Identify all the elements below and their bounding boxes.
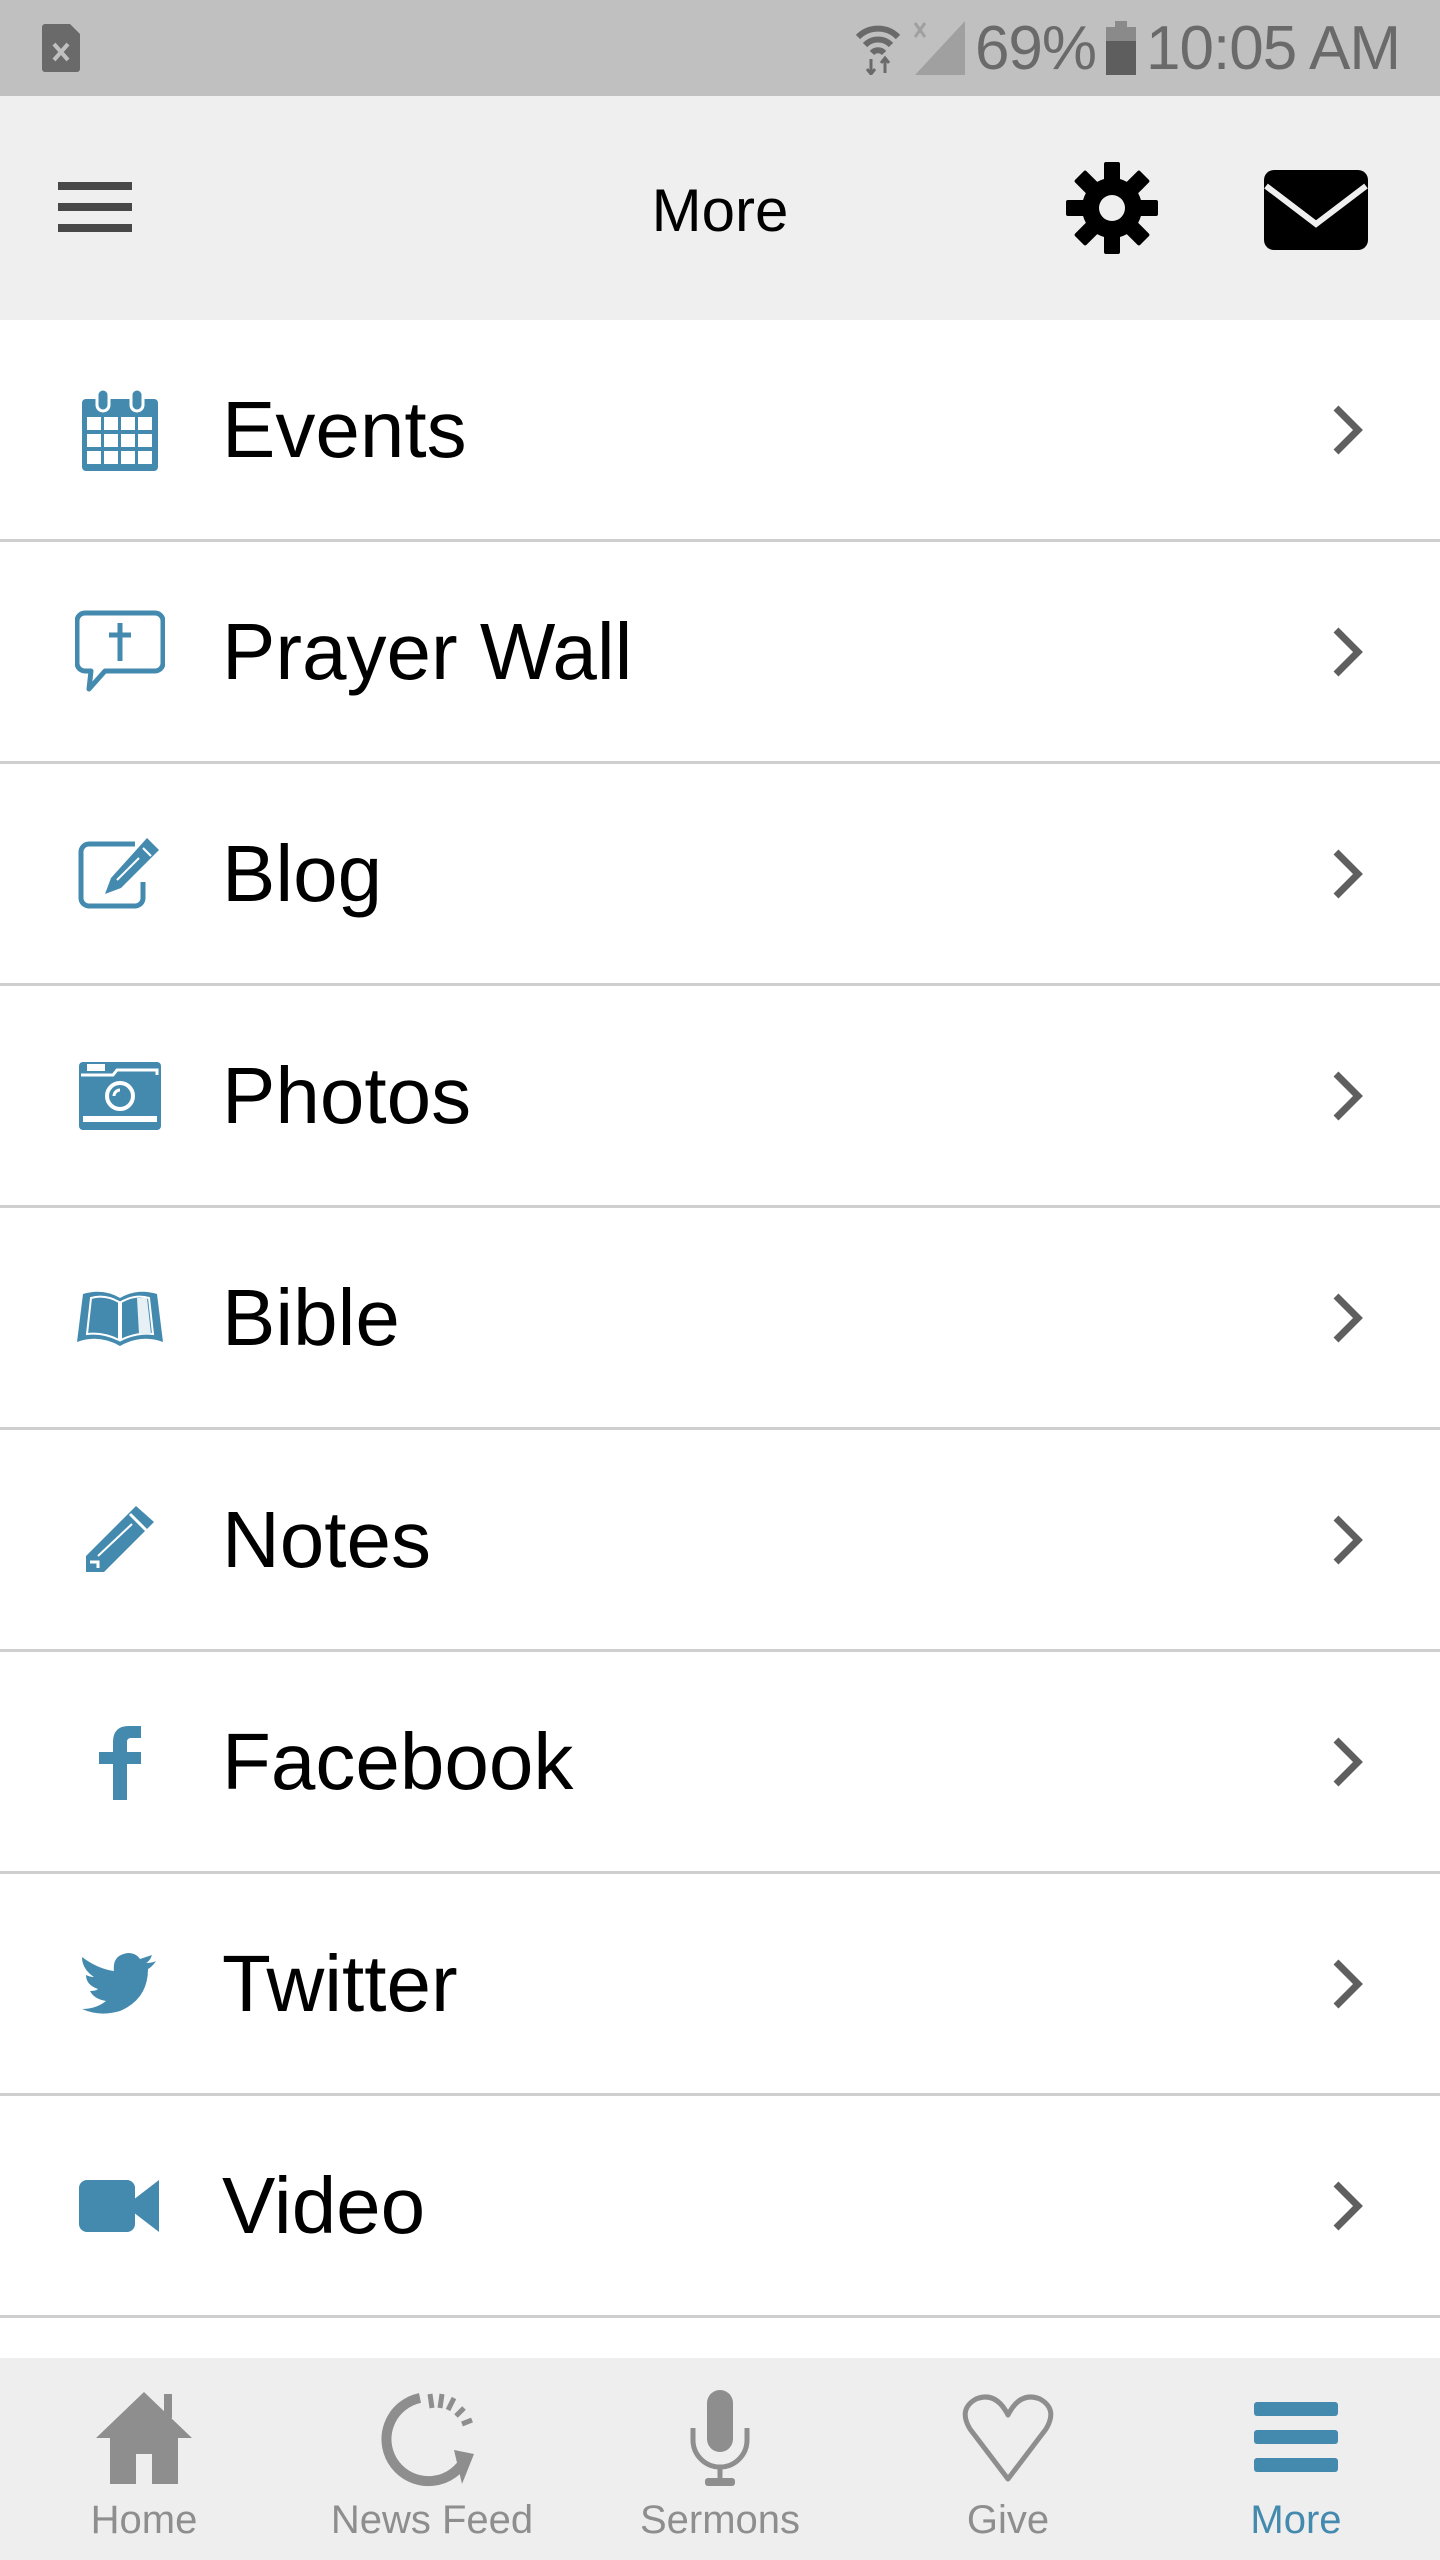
tab-home[interactable]: Home: [0, 2358, 288, 2560]
tab-label: More: [1250, 2498, 1342, 2542]
menu-item-label: Video: [222, 2160, 426, 2250]
menu-item-label: Blog: [222, 828, 383, 918]
open-book-icon: [72, 1270, 168, 1366]
sim-error-icon: [42, 24, 80, 72]
tab-news-feed[interactable]: News Feed: [288, 2358, 576, 2560]
menu-item-blog[interactable]: Blog: [0, 764, 1440, 986]
gear-icon: [1066, 162, 1158, 254]
messages-button[interactable]: [1262, 164, 1370, 254]
wifi-icon: [855, 25, 901, 75]
menu-item-notes[interactable]: Notes: [0, 1430, 1440, 1652]
edit-square-icon: [72, 826, 168, 922]
camera-icon: [72, 1048, 168, 1144]
tab-label: Home: [90, 2498, 198, 2542]
chevron-right-icon: [1333, 1515, 1363, 1564]
video-camera-icon: [72, 2158, 168, 2254]
menu-item-photos[interactable]: Photos: [0, 986, 1440, 1208]
signal-no-service-icon: [913, 21, 965, 75]
twitter-icon: [72, 1936, 168, 2032]
more-menu-list: Events Prayer Wall Blog Photos Bible Not…: [0, 320, 1440, 2318]
home-icon: [89, 2386, 199, 2490]
menu-item-label: Bible: [222, 1272, 400, 1362]
tab-more[interactable]: More: [1152, 2358, 1440, 2560]
menu-item-label: Twitter: [222, 1938, 458, 2028]
menu-item-prayer-wall[interactable]: Prayer Wall: [0, 542, 1440, 764]
battery-percent: 69%: [974, 13, 1097, 83]
chevron-right-icon: [1333, 627, 1363, 676]
hamburger-menu-icon: [1241, 2386, 1351, 2490]
settings-button[interactable]: [1064, 160, 1160, 256]
prayer-bubble-icon: [72, 604, 168, 700]
app-header: More: [0, 96, 1440, 320]
menu-item-label: Facebook: [222, 1716, 574, 1806]
chevron-right-icon: [1333, 1959, 1363, 2008]
refresh-icon: [377, 2386, 487, 2490]
tab-label: News Feed: [330, 2498, 534, 2542]
chevron-right-icon: [1333, 1737, 1363, 1786]
battery-icon: [1106, 21, 1137, 75]
pencil-icon: [72, 1492, 168, 1588]
tab-sermons[interactable]: Sermons: [576, 2358, 864, 2560]
page-title: More: [651, 177, 789, 244]
menu-item-bible[interactable]: Bible: [0, 1208, 1440, 1430]
menu-item-label: Notes: [222, 1494, 431, 1584]
clock: 10:05 AM: [1146, 13, 1401, 83]
menu-item-label: Events: [222, 384, 467, 474]
menu-item-events[interactable]: Events: [0, 320, 1440, 542]
menu-item-twitter[interactable]: Twitter: [0, 1874, 1440, 2096]
status-bar: 69% 10:05 AM: [0, 0, 1440, 96]
heart-icon: [953, 2386, 1063, 2490]
chevron-right-icon: [1333, 1293, 1363, 1342]
microphone-icon: [665, 2386, 775, 2490]
tab-label: Sermons: [639, 2498, 801, 2542]
bottom-tab-bar: Home News Feed Sermons Give More: [0, 2358, 1440, 2560]
tab-give[interactable]: Give: [864, 2358, 1152, 2560]
chevron-right-icon: [1333, 2181, 1363, 2230]
chevron-right-icon: [1333, 849, 1363, 898]
menu-item-facebook[interactable]: Facebook: [0, 1652, 1440, 1874]
tab-label: Give: [966, 2498, 1050, 2542]
calendar-icon: [72, 382, 168, 478]
mail-icon: [1264, 170, 1368, 250]
chevron-right-icon: [1333, 405, 1363, 454]
menu-item-video[interactable]: Video: [0, 2096, 1440, 2318]
menu-item-label: Photos: [222, 1050, 472, 1140]
menu-item-label: Prayer Wall: [222, 606, 633, 696]
facebook-icon: [72, 1714, 168, 1810]
chevron-right-icon: [1333, 1071, 1363, 1120]
